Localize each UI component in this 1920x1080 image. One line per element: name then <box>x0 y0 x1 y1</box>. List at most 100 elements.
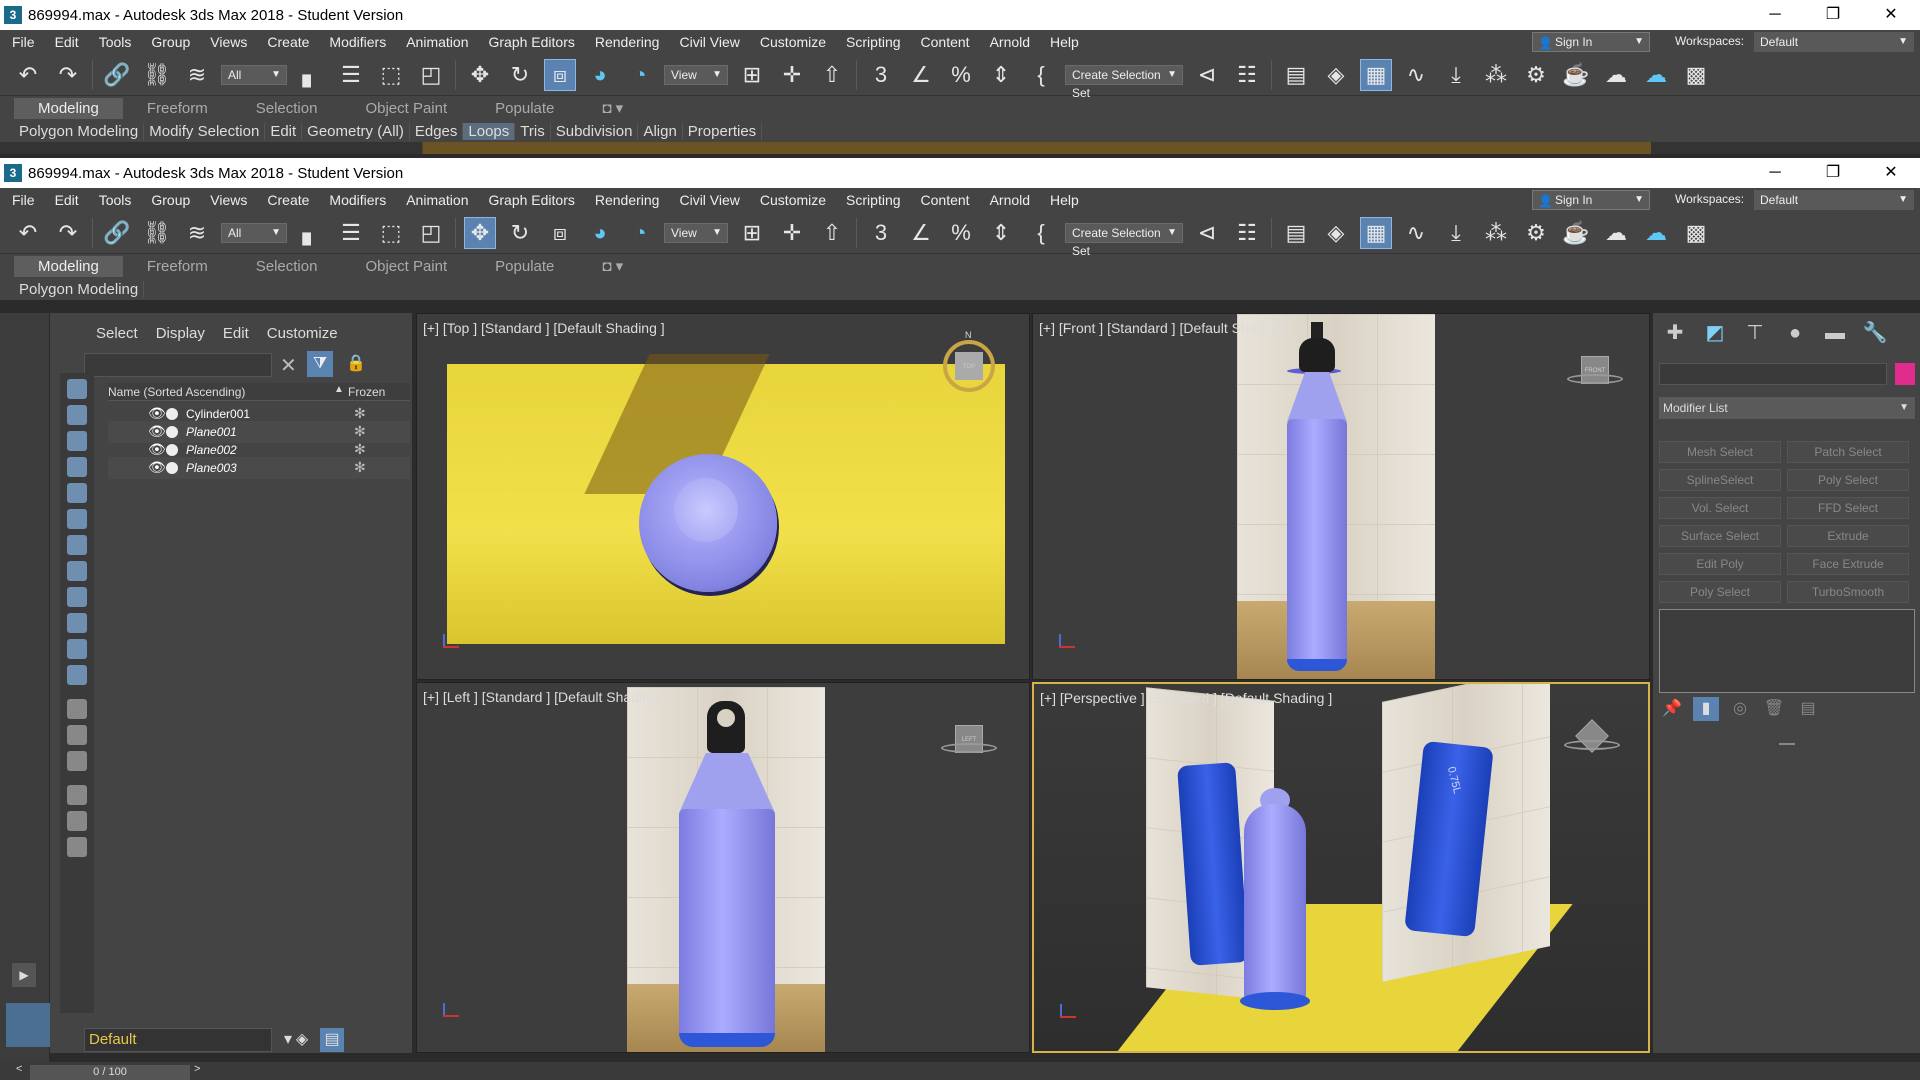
close-icon[interactable]: ✕ <box>1862 158 1920 188</box>
remove-modifier-icon[interactable]: 🗑 <box>1761 697 1787 721</box>
move-icon[interactable]: ✥ <box>464 216 496 249</box>
select-by-name-icon[interactable]: ☰ <box>335 59 367 91</box>
panel-modify-selection[interactable]: Modify Selection <box>144 122 266 140</box>
percent-snap-icon[interactable]: % <box>945 59 977 91</box>
menu-views[interactable]: Views <box>200 34 257 50</box>
pivot-icon[interactable]: ⊞ <box>736 217 768 249</box>
menu-tools[interactable]: Tools <box>89 192 142 208</box>
place-icon[interactable]: ◕ <box>584 217 616 249</box>
mesh-select-button[interactable]: Mesh Select <box>1659 441 1781 463</box>
select-object-icon[interactable]: ▖ <box>295 59 327 91</box>
unlink-icon[interactable]: ⛓ <box>141 217 173 249</box>
object-name-input[interactable] <box>1659 363 1887 385</box>
panel-geometry-all[interactable]: Geometry (All) <box>302 122 410 140</box>
named-selection-icon[interactable]: { <box>1025 217 1057 249</box>
keyboard-shortcut-icon[interactable]: ⇧ <box>816 217 848 249</box>
menu-graph-editors[interactable]: Graph Editors <box>478 192 584 208</box>
menu-file[interactable]: File <box>0 34 45 50</box>
viewport-perspective[interactable]: [+] [Perspective ] [Standard ] [Default … <box>1032 682 1650 1053</box>
object-color-swatch[interactable] <box>1895 363 1915 385</box>
scene-explorer-icon[interactable]: ▤ <box>1280 59 1312 91</box>
panel-edges[interactable]: Edges <box>410 122 464 140</box>
placement-icon[interactable]: ◔ <box>624 217 656 249</box>
tab-modeling[interactable]: Modeling <box>14 97 123 119</box>
viewport-label-left[interactable]: [+] [Left ] [Standard ] [Default Shading… <box>423 689 665 705</box>
menu-customize[interactable]: Customize <box>750 192 836 208</box>
visibility-eye-icon[interactable]: 👁 <box>148 423 166 440</box>
layer-explorer-icon[interactable]: ◈ <box>1320 217 1352 249</box>
menu-animation[interactable]: Animation <box>396 192 478 208</box>
viewcube-perspective[interactable] <box>1564 714 1620 758</box>
curve-editor-icon[interactable]: ∿ <box>1400 217 1432 249</box>
tab-freeform[interactable]: Freeform <box>123 100 232 117</box>
rotate-icon[interactable]: ↻ <box>504 59 536 91</box>
prev-frame-icon[interactable]: < <box>16 1063 22 1075</box>
bones-filter-icon[interactable] <box>67 587 87 607</box>
ribbon-toggle-icon[interactable]: ▦ <box>1360 58 1392 91</box>
ribbon-options-icon[interactable]: ◘ ▾ <box>578 257 647 275</box>
scene-search-input[interactable] <box>84 353 272 377</box>
filter-funnel-icon[interactable] <box>67 811 87 831</box>
viewport-top[interactable]: [+] [Top ] [Standard ] [Default Shading … <box>416 313 1030 680</box>
undo-icon[interactable]: ↶ <box>12 217 44 249</box>
panel-edit[interactable]: Edit <box>265 122 303 140</box>
menu-graph-editors[interactable]: Graph Editors <box>478 34 584 50</box>
scene-menu-edit[interactable]: Edit <box>223 325 249 342</box>
display-invert-icon[interactable] <box>67 751 87 771</box>
link-icon[interactable]: 🔗 <box>101 217 133 249</box>
viewport-label-top[interactable]: [+] [Top ] [Standard ] [Default Shading … <box>423 320 665 336</box>
selection-set-dropdown[interactable]: Create Selection Set ▼ <box>1065 64 1183 100</box>
placement-icon[interactable]: ◔ <box>624 59 656 91</box>
menu-arnold[interactable]: Arnold <box>980 192 1040 208</box>
menu-arnold[interactable]: Arnold <box>980 34 1040 50</box>
panel-polygon-modeling[interactable]: Polygon Modeling <box>14 280 145 298</box>
viewport-label-front[interactable]: [+] [Front ] [Standard ] [Default Shadin… <box>1039 320 1291 336</box>
patch-select-button[interactable]: Patch Select <box>1787 441 1909 463</box>
menu-scripting[interactable]: Scripting <box>836 192 910 208</box>
selection-set-dropdown[interactable]: Create Selection Set ▼ <box>1065 222 1183 258</box>
freeze-snowflake-icon[interactable]: ✻ <box>354 459 366 476</box>
spinner-snap-icon[interactable]: ⇕ <box>985 217 1017 249</box>
menu-group[interactable]: Group <box>141 34 200 50</box>
pivot-icon[interactable]: ⊞ <box>736 59 768 91</box>
time-slider[interactable]: 0 / 100 <box>30 1065 190 1080</box>
edit-poly-button[interactable]: Edit Poly <box>1659 553 1781 575</box>
menu-group[interactable]: Group <box>141 192 200 208</box>
selection-filter-dropdown[interactable]: All ▼ <box>221 64 287 85</box>
window-crossing-icon[interactable]: ◰ <box>415 217 447 249</box>
scene-menu-customize[interactable]: Customize <box>267 325 338 342</box>
freeze-snowflake-icon[interactable]: ✻ <box>354 423 366 440</box>
select-manipulate-icon[interactable]: ✛ <box>776 59 808 91</box>
tab-object-paint[interactable]: Object Paint <box>341 100 471 117</box>
ribbon-options-icon[interactable]: ◘ ▾ <box>578 99 647 117</box>
menu-modifiers[interactable]: Modifiers <box>319 34 396 50</box>
filter-icon[interactable]: ⧩ <box>307 351 333 377</box>
named-selection-icon[interactable]: { <box>1025 59 1057 91</box>
tab-object-paint[interactable]: Object Paint <box>341 258 471 275</box>
frozen-filter-icon[interactable] <box>67 639 87 659</box>
display-tab-icon[interactable]: ▬ <box>1819 319 1851 347</box>
mirror-icon[interactable]: ⊲ <box>1191 217 1223 249</box>
tab-populate[interactable]: Populate <box>471 100 578 117</box>
funnel-icon[interactable] <box>67 785 87 805</box>
percent-snap-icon[interactable]: % <box>945 217 977 249</box>
dope-sheet-icon[interactable]: ⤓ <box>1440 217 1472 249</box>
bind-space-warp-icon[interactable]: ≋ <box>181 217 213 249</box>
menu-create[interactable]: Create <box>257 34 319 50</box>
scale-icon[interactable]: ⧈ <box>544 217 576 249</box>
viewport-front[interactable]: [+] [Front ] [Standard ] [Default Shadin… <box>1032 313 1650 680</box>
dope-sheet-icon[interactable]: ⤓ <box>1440 59 1472 91</box>
scene-row[interactable]: 👁 Plane003 ✻ <box>108 457 410 479</box>
layer-toggle-icon[interactable]: ▤ <box>320 1028 344 1052</box>
pin-stack-icon[interactable]: 📌 <box>1659 697 1685 721</box>
angle-snap-icon[interactable]: ∠ <box>905 217 937 249</box>
ribbon-toggle-icon[interactable]: ▦ <box>1360 216 1392 249</box>
viewport-left[interactable]: [+] [Left ] [Standard ] [Default Shading… <box>416 682 1030 1053</box>
material-editor-icon[interactable]: ⚙ <box>1520 217 1552 249</box>
folder-icon[interactable] <box>67 837 87 857</box>
select-manipulate-icon[interactable]: ✛ <box>776 217 808 249</box>
angle-snap-icon[interactable]: ∠ <box>905 59 937 91</box>
menu-rendering[interactable]: Rendering <box>585 34 670 50</box>
restore-icon[interactable]: ❐ <box>1804 0 1862 30</box>
utilities-tab-icon[interactable]: 🔧 <box>1859 319 1891 347</box>
